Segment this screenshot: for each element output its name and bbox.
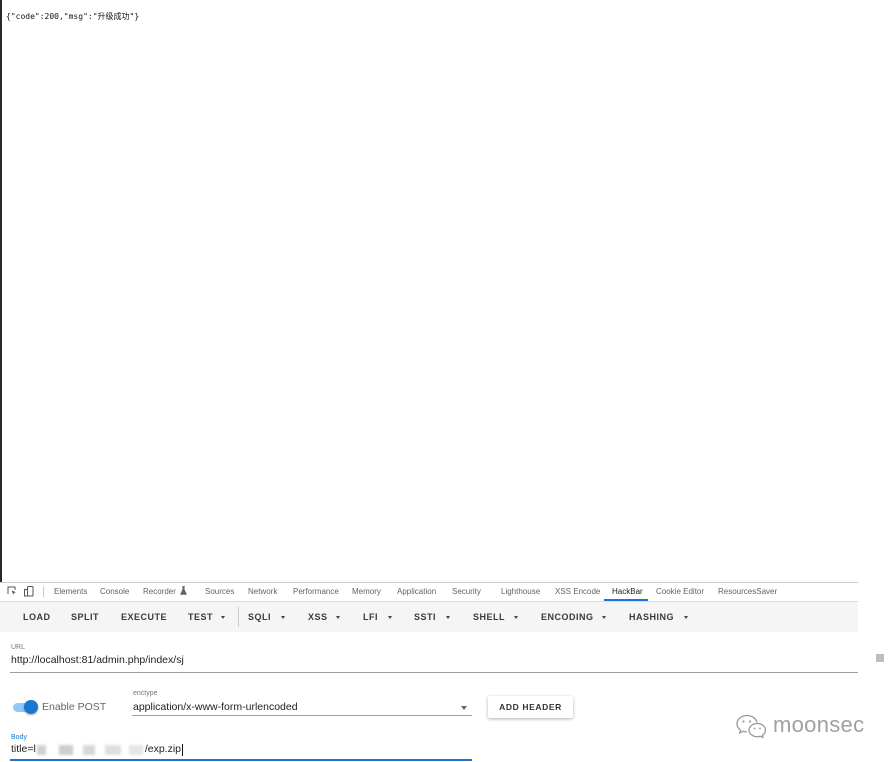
caret-down-icon[interactable]	[221, 616, 225, 619]
redacted-region	[36, 744, 143, 755]
tab-security[interactable]: Security	[452, 583, 481, 600]
enctype-select[interactable]: application/x-www-form-urlencoded	[133, 701, 298, 714]
shell-menu-button[interactable]: SHELL	[473, 602, 505, 632]
load-button[interactable]: LOAD	[23, 602, 51, 632]
resize-handle[interactable]	[876, 654, 884, 662]
toolbar-divider	[238, 607, 239, 627]
tab-application[interactable]: Application	[397, 583, 436, 600]
tab-recorder[interactable]: Recorder	[143, 583, 187, 600]
body-textarea-underline	[10, 759, 472, 761]
devtools-panel: Elements Console Recorder Sources Networ…	[0, 582, 858, 762]
chevron-down-icon[interactable]	[461, 706, 467, 710]
test-menu-button[interactable]: TEST	[188, 602, 213, 632]
flask-icon	[180, 586, 187, 595]
body-textarea[interactable]: title=l/exp.zip	[11, 743, 183, 756]
xss-menu-button[interactable]: XSS	[308, 602, 328, 632]
tab-resourcessaver[interactable]: ResourcesSaver	[718, 583, 777, 600]
caret-down-icon[interactable]	[602, 616, 606, 619]
caret-down-icon[interactable]	[514, 616, 518, 619]
caret-down-icon[interactable]	[388, 616, 392, 619]
tab-console[interactable]: Console	[100, 583, 129, 600]
tab-sources[interactable]: Sources	[205, 583, 234, 600]
execute-button[interactable]: EXECUTE	[121, 602, 167, 632]
tab-hackbar[interactable]: HackBar	[612, 583, 643, 600]
add-header-button[interactable]: ADD HEADER	[488, 696, 573, 718]
tab-lighthouse[interactable]: Lighthouse	[501, 583, 540, 600]
caret-down-icon[interactable]	[281, 616, 285, 619]
body-value-end: /exp.zip	[144, 743, 181, 755]
tab-cookie-editor[interactable]: Cookie Editor	[656, 583, 704, 600]
tab-xss-encode[interactable]: XSS Encode	[555, 583, 600, 600]
tabbar-divider	[43, 586, 44, 597]
body-value-start: title=l	[11, 743, 36, 755]
tab-recorder-label: Recorder	[143, 587, 176, 596]
encoding-menu-button[interactable]: ENCODING	[541, 602, 594, 632]
caret-down-icon[interactable]	[446, 616, 450, 619]
enable-post-label[interactable]: Enable POST	[42, 701, 106, 714]
tab-elements[interactable]: Elements	[54, 583, 87, 600]
wechat-icon	[736, 714, 769, 739]
ssti-menu-button[interactable]: SSTI	[414, 602, 436, 632]
hackbar-toolbar: LOAD SPLIT EXECUTE TEST SQLI XSS LFI SST…	[0, 602, 858, 632]
text-cursor	[182, 743, 183, 756]
enctype-label: enctype	[133, 690, 158, 697]
device-toolbar-icon[interactable]	[24, 586, 34, 597]
hashing-menu-button[interactable]: HASHING	[629, 602, 674, 632]
lfi-menu-button[interactable]: LFI	[363, 602, 378, 632]
caret-down-icon[interactable]	[336, 616, 340, 619]
enctype-select-underline	[132, 715, 472, 716]
url-input-underline	[10, 672, 858, 673]
active-tab-indicator	[604, 599, 648, 601]
caret-down-icon[interactable]	[684, 616, 688, 619]
body-label: Body	[11, 734, 27, 741]
url-input[interactable]: http://localhost:81/admin.php/index/sj	[11, 654, 184, 667]
sqli-menu-button[interactable]: SQLI	[248, 602, 271, 632]
toggle-thumb[interactable]	[24, 700, 38, 714]
viewport-border	[0, 0, 2, 582]
url-label: URL	[11, 644, 26, 651]
devtools-tabbar: Elements Console Recorder Sources Networ…	[0, 582, 858, 602]
inspect-element-icon[interactable]	[7, 586, 17, 596]
tab-memory[interactable]: Memory	[352, 583, 381, 600]
watermark: moonsec	[736, 712, 866, 740]
tab-performance[interactable]: Performance	[293, 583, 339, 600]
response-body-text: {"code":200,"msg":"升级成功"}	[6, 12, 140, 21]
split-button[interactable]: SPLIT	[71, 602, 99, 632]
page-viewport: {"code":200,"msg":"升级成功"}	[0, 0, 894, 582]
watermark-text: moonsec	[773, 712, 865, 737]
tab-network[interactable]: Network	[248, 583, 277, 600]
